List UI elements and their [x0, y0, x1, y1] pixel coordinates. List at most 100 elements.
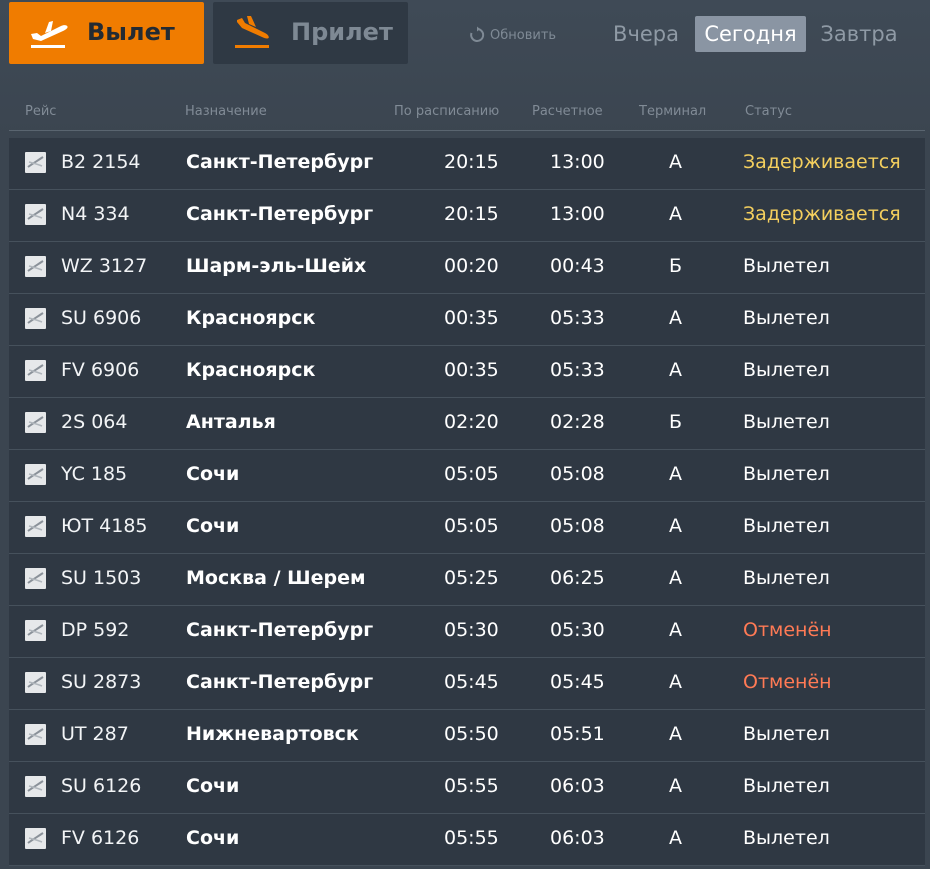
status-badge: Вылетел [743, 411, 830, 433]
airline-logo-icon [25, 412, 46, 433]
terminal: А [669, 567, 682, 589]
column-estimated: Расчетное [532, 104, 603, 119]
destination: Сочи [186, 515, 240, 537]
estimated-time: 05:30 [550, 619, 605, 641]
status-badge: Вылетел [743, 515, 830, 537]
destination: Красноярск [186, 307, 316, 329]
scheduled-time: 05:05 [444, 463, 499, 485]
destination: Красноярск [186, 359, 316, 381]
table-row[interactable]: N4 334 Санкт-Петербург 20:15 13:00 А Задержив… [9, 190, 925, 242]
table-row[interactable]: SU 6126 Сочи 05:55 06:03 А Вылетел [9, 762, 925, 814]
airline-logo-icon [25, 828, 46, 849]
scheduled-time: 00:35 [444, 307, 499, 329]
table-row[interactable]: WZ 3127 Шарм-эль-Шейх 00:20 00:43 Б Вылетел [9, 242, 925, 294]
table-header: Рейс Назначение По расписанию Расчетное … [9, 104, 925, 131]
tab-departures-label: Вылет [87, 18, 175, 46]
airline-logo-icon [25, 568, 46, 589]
table-row[interactable]: B2 2154 Санкт-Петербург 20:15 13:00 А Задержи… [9, 138, 925, 190]
refresh-label: Обновить [490, 27, 557, 43]
day-today[interactable]: Сегодня [695, 16, 806, 52]
destination: Сочи [186, 775, 240, 797]
refresh-button[interactable]: Обновить [468, 26, 556, 44]
estimated-time: 13:00 [550, 203, 605, 225]
status-badge: Вылетел [743, 463, 830, 485]
terminal: А [669, 723, 682, 745]
airline-logo-icon [25, 724, 46, 745]
destination: Санкт-Петербург [186, 203, 374, 225]
tab-departures[interactable]: Вылет [9, 2, 204, 64]
terminal: А [669, 775, 682, 797]
flight-board: Вылет Прилет Обновить Вчера Сегодня Завт… [0, 0, 930, 869]
column-terminal: Терминал [639, 104, 707, 119]
day-tomorrow[interactable]: Завтра [816, 16, 902, 52]
airline-logo-icon [25, 152, 46, 173]
estimated-time: 06:03 [550, 775, 605, 797]
table-row[interactable]: YC 185 Сочи 05:05 05:08 А Вылетел [9, 450, 925, 502]
estimated-time: 05:51 [550, 723, 605, 745]
airline-logo-icon [25, 256, 46, 277]
table-row[interactable]: SU 1503 Москва / Шерем 05:25 06:25 А Вылетел [9, 554, 925, 606]
table-row[interactable]: ЮТ 4185 Сочи 05:05 05:08 А Вылетел [9, 502, 925, 554]
flight-list: B2 2154 Санкт-Петербург 20:15 13:00 А Задержи… [9, 138, 925, 866]
estimated-time: 00:43 [550, 255, 605, 277]
airline-logo-icon [25, 308, 46, 329]
scheduled-time: 05:05 [444, 515, 499, 537]
refresh-icon [470, 26, 485, 42]
terminal: А [669, 203, 682, 225]
scheduled-time: 05:30 [444, 619, 499, 641]
table-row[interactable]: UT 287 Нижневартовск 05:50 05:51 А Вылетел [9, 710, 925, 762]
scheduled-time: 05:55 [444, 775, 499, 797]
estimated-time: 05:33 [550, 359, 605, 381]
tab-arrivals-label: Прилет [291, 18, 393, 46]
estimated-time: 05:08 [550, 463, 605, 485]
table-row[interactable]: 2S 064 Анталья 02:20 02:28 Б Вылетел [9, 398, 925, 450]
status-badge: Вылетел [743, 359, 830, 381]
estimated-time: 05:08 [550, 515, 605, 537]
scheduled-time: 05:55 [444, 827, 499, 849]
scheduled-time: 05:50 [444, 723, 499, 745]
status-badge: Отменён [743, 619, 832, 641]
airline-logo-icon [25, 360, 46, 381]
estimated-time: 02:28 [550, 411, 605, 433]
terminal: А [669, 151, 682, 173]
table-row[interactable]: FV 6906 Красноярск 00:35 05:33 А Вылетел [9, 346, 925, 398]
destination: Нижневартовск [186, 723, 359, 745]
destination: Сочи [186, 463, 240, 485]
plane-landing-icon [235, 16, 269, 48]
status-badge: Вылетел [743, 775, 830, 797]
flight-number: SU 6906 [61, 307, 142, 329]
column-scheduled: По расписанию [394, 104, 500, 119]
airline-logo-icon [25, 620, 46, 641]
flight-number: SU 1503 [61, 567, 142, 589]
day-yesterday[interactable]: Вчера [608, 16, 684, 52]
destination: Москва / Шерем [186, 567, 366, 589]
status-badge: Вылетел [743, 723, 830, 745]
table-row[interactable]: SU 6906 Красноярск 00:35 05:33 А Вылетел [9, 294, 925, 346]
tab-arrivals[interactable]: Прилет [213, 2, 408, 64]
destination: Сочи [186, 827, 240, 849]
terminal: А [669, 619, 682, 641]
airline-logo-icon [25, 204, 46, 225]
table-row[interactable]: DP 592 Санкт-Петербург 05:30 05:30 А Отменён [9, 606, 925, 658]
flight-number: FV 6906 [61, 359, 140, 381]
terminal: А [669, 463, 682, 485]
terminal: А [669, 827, 682, 849]
terminal: А [669, 359, 682, 381]
flight-number: SU 2873 [61, 671, 142, 693]
status-badge: Отменён [743, 671, 832, 693]
status-badge: Задерживается [743, 151, 901, 173]
status-badge: Вылетел [743, 567, 830, 589]
scheduled-time: 00:20 [444, 255, 499, 277]
terminal: Б [669, 255, 683, 277]
status-badge: Задерживается [743, 203, 901, 225]
scheduled-time: 20:15 [444, 151, 499, 173]
destination: Санкт-Петербург [186, 671, 374, 693]
table-row[interactable]: FV 6126 Сочи 05:55 06:03 А Вылетел [9, 814, 925, 866]
scheduled-time: 05:45 [444, 671, 499, 693]
airline-logo-icon [25, 464, 46, 485]
flight-number: UT 287 [61, 723, 129, 745]
estimated-time: 06:25 [550, 567, 605, 589]
terminal: А [669, 515, 682, 537]
flight-number: ЮТ 4185 [61, 515, 148, 537]
table-row[interactable]: SU 2873 Санкт-Петербург 05:45 05:45 А Отменён [9, 658, 925, 710]
